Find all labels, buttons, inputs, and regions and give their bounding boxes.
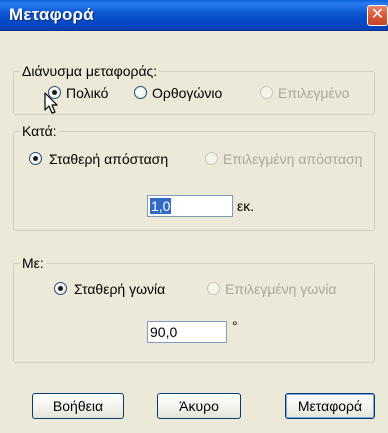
radio-fixed-angle-label[interactable]: Σταθερή γωνία xyxy=(74,281,165,297)
ok-button[interactable]: Μεταφορά xyxy=(285,393,375,419)
translation-vector-legend: Διάνυσμα μεταφοράς: xyxy=(20,63,160,79)
arrow-pointer-icon xyxy=(44,92,58,114)
angle-input[interactable]: 90,0 xyxy=(147,321,227,343)
distance-unit: εκ. xyxy=(237,198,255,214)
by-distance-legend: Κατά: xyxy=(20,123,59,139)
radio-selected-angle[interactable] xyxy=(207,282,220,295)
help-button[interactable]: Βοήθεια xyxy=(32,393,124,419)
radio-selected-angle-label[interactable]: Επιλεγμένη γωνία xyxy=(225,281,336,297)
radio-selected-vector[interactable] xyxy=(260,86,273,99)
radio-selected-vector-label[interactable]: Επιλεγμένο xyxy=(278,85,349,101)
with-angle-group: Με: xyxy=(13,255,375,363)
angle-value: 90,0 xyxy=(150,324,178,340)
radio-orthogonal[interactable] xyxy=(134,86,147,99)
radio-selected-distance[interactable] xyxy=(205,152,218,165)
close-icon: ✕ xyxy=(370,6,385,23)
radio-fixed-angle[interactable] xyxy=(54,282,67,295)
window-title: Μεταφορά xyxy=(9,5,94,24)
radio-fixed-distance[interactable] xyxy=(29,152,42,165)
radio-orthogonal-label[interactable]: Ορθογώνιο xyxy=(152,85,222,101)
distance-input[interactable]: 1,0 xyxy=(147,195,233,217)
with-angle-legend: Με: xyxy=(20,255,46,271)
translation-dialog: Μεταφορά ✕ Διάνυσμα μεταφοράς: Πολικό Ορ… xyxy=(0,0,388,433)
radio-polar-label[interactable]: Πολικό xyxy=(66,85,108,101)
radio-selected-distance-label[interactable]: Επιλεγμένη απόσταση xyxy=(223,151,362,167)
title-bar[interactable]: Μεταφορά ✕ xyxy=(0,0,388,31)
close-button[interactable]: ✕ xyxy=(367,5,388,26)
distance-value: 1,0 xyxy=(150,198,172,214)
cancel-button[interactable]: Άκυρο xyxy=(157,393,241,419)
angle-unit: ° xyxy=(232,318,238,334)
radio-fixed-distance-label[interactable]: Σταθερή απόσταση xyxy=(49,151,168,167)
